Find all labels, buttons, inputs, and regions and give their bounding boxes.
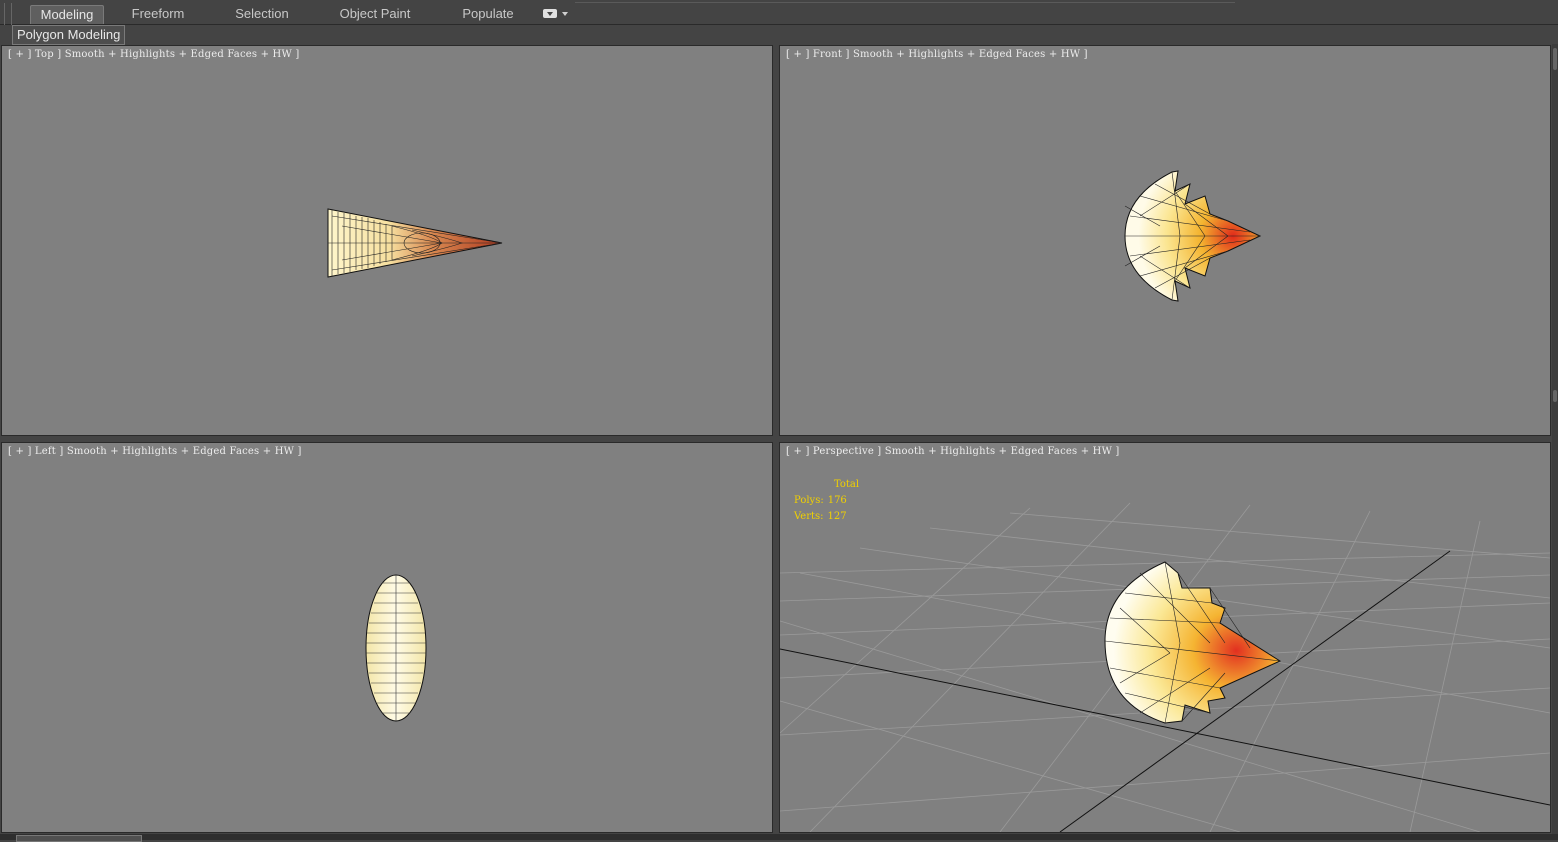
tab-freeform[interactable]: Freeform [122,5,194,23]
top-view-mesh [327,208,503,278]
front-view-mesh [1124,170,1262,302]
viewport-left[interactable]: [ + ] Left ] Smooth + Highlights + Edged… [1,442,773,833]
ribbon-panel-bar: Polygon Modeling [0,25,1558,45]
viewport-perspective[interactable]: [ + ] Perspective ] Smooth + Highlights … [779,442,1551,833]
tab-populate[interactable]: Populate [452,5,524,23]
command-panel-edge [1552,44,1558,834]
ribbon-menu-icon [543,9,557,18]
divider [575,2,1235,3]
time-slider-bar [0,834,1558,840]
tab-object-paint[interactable]: Object Paint [330,5,420,23]
chevron-down-icon [562,12,568,16]
perspective-view-scene [780,502,1550,832]
polygon-modeling-panel[interactable]: Polygon Modeling [12,25,126,45]
viewport-front[interactable]: [ + ] Front ] Smooth + Highlights + Edge… [779,45,1551,436]
mesh-object [1104,561,1282,724]
scrollbar-thumb[interactable] [1553,390,1557,402]
ribbon-options-dropdown[interactable] [543,8,569,20]
tab-modeling[interactable]: Modeling [30,5,104,24]
time-slider-handle[interactable] [16,835,142,842]
scrollbar-thumb[interactable] [1553,48,1557,70]
left-view-mesh [365,574,427,722]
viewport-top[interactable]: [ + ] Top ] Smooth + Highlights + Edged … [1,45,773,436]
tab-selection[interactable]: Selection [226,5,298,23]
ribbon-tab-bar: Modeling Freeform Selection Object Paint… [0,0,1558,41]
